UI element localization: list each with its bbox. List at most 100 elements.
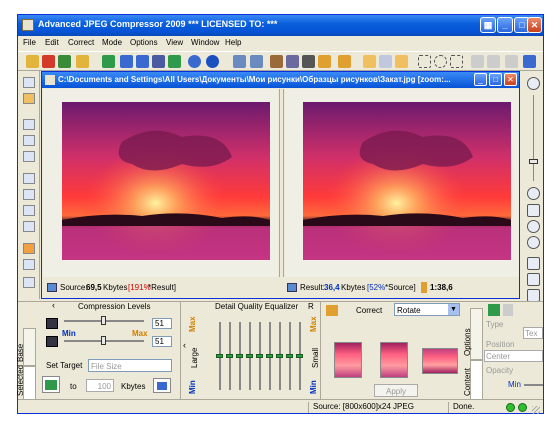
export-icon[interactable] (168, 55, 181, 68)
print-icon[interactable] (152, 55, 165, 68)
close-button[interactable]: ✕ (527, 17, 542, 33)
equalizer-band-thumb[interactable] (226, 354, 233, 358)
tool-5-icon[interactable] (23, 151, 35, 162)
target-button[interactable] (42, 376, 60, 393)
split-vertical-icon[interactable] (527, 257, 540, 270)
type-select[interactable]: Tex (523, 327, 543, 339)
open-image-icon[interactable] (42, 55, 55, 68)
tool-8-icon[interactable] (23, 205, 35, 216)
layout-icon[interactable] (523, 55, 536, 68)
tool-9-icon[interactable] (23, 221, 35, 232)
fit-icon[interactable] (250, 55, 263, 68)
fit-window-icon[interactable] (527, 204, 540, 217)
wand-icon[interactable] (23, 93, 35, 104)
eye-icon[interactable] (302, 55, 315, 68)
compression-slider-1-thumb[interactable] (101, 316, 106, 325)
menu-file[interactable]: File (23, 38, 36, 47)
zoom-slider-track[interactable] (533, 95, 534, 181)
doc-minimize-button[interactable]: _ (474, 73, 487, 86)
edit-icon[interactable] (338, 55, 351, 68)
hand-tool-icon[interactable] (363, 55, 376, 68)
split-horizontal-icon[interactable] (527, 273, 540, 286)
crop-icon[interactable] (270, 55, 283, 68)
equalizer-band-thumb[interactable] (276, 354, 283, 358)
lasso-icon[interactable] (450, 55, 463, 68)
tab-selected[interactable]: Selected (16, 365, 36, 400)
remove-text-icon[interactable] (503, 304, 513, 316)
equalizer-band-thumb[interactable] (236, 354, 243, 358)
brush-icon[interactable] (318, 55, 331, 68)
zoom-in-icon[interactable] (527, 77, 540, 90)
opacity-slider[interactable] (524, 384, 543, 386)
equalizer-band-thumb[interactable] (266, 354, 273, 358)
menu-mode[interactable]: Mode (102, 38, 122, 47)
menu-help[interactable]: Help (225, 38, 241, 47)
correct-mode-select[interactable]: Rotate ▼ (394, 303, 460, 316)
document-title-bar[interactable]: C:\Documents and Settings\All Users\Доку… (42, 72, 519, 88)
menu-edit[interactable]: Edit (45, 38, 59, 47)
histogram-icon[interactable] (23, 243, 35, 254)
compression-level-2[interactable]: 51 (152, 336, 172, 347)
tool-11-icon[interactable] (23, 259, 35, 270)
resize-icon[interactable] (286, 55, 299, 68)
panel-collapse-icon[interactable]: ‹ (52, 300, 55, 310)
ellipse-select-icon[interactable] (434, 55, 447, 68)
title-bar[interactable]: Advanced JPEG Compressor 2009 *** LICENS… (18, 15, 543, 36)
batch-icon[interactable] (120, 55, 133, 68)
pan-icon[interactable] (395, 55, 408, 68)
clear-selection-icon[interactable] (505, 55, 518, 68)
save-icon[interactable] (102, 55, 115, 68)
doc-maximize-button[interactable]: □ (489, 73, 502, 86)
equalizer-reset[interactable]: R (308, 302, 314, 311)
tool-7-icon[interactable] (23, 189, 35, 200)
equalizer-band-thumb[interactable] (286, 354, 293, 358)
menu-correct[interactable]: Correct (68, 38, 94, 47)
rotate-left-thumb[interactable] (334, 342, 362, 378)
tool-3-icon[interactable] (23, 119, 35, 130)
compare-icon[interactable] (136, 55, 149, 68)
view-icon[interactable] (233, 55, 246, 68)
equalizer-collapse-icon[interactable]: ‹ (183, 340, 186, 350)
position-select[interactable]: Center (484, 350, 543, 362)
open-folder-icon[interactable] (26, 55, 39, 68)
compression-level-1[interactable]: 51 (152, 318, 172, 329)
equalizer-band-thumb[interactable] (216, 354, 223, 358)
add-text-icon[interactable] (488, 304, 500, 316)
help-title-button[interactable]: ▦ (480, 17, 496, 33)
rect-select-icon[interactable] (418, 55, 431, 68)
tool-12-icon[interactable] (23, 277, 35, 288)
target-apply-button[interactable] (153, 378, 171, 393)
result-pane[interactable] (285, 89, 519, 277)
folder-dropdown-icon[interactable] (76, 55, 89, 68)
source-pane[interactable] (43, 89, 278, 277)
tool-4-icon[interactable] (23, 135, 35, 146)
rotate-180-thumb[interactable] (422, 348, 458, 374)
doc-close-button[interactable]: ✕ (504, 73, 517, 86)
pane-splitter[interactable] (279, 89, 284, 277)
zoom-tool-icon[interactable] (379, 55, 392, 68)
zoom-100-icon[interactable] (527, 220, 540, 233)
target-mode-select[interactable]: File Size (88, 359, 172, 372)
target-value-input[interactable]: 100 (86, 379, 114, 392)
menu-options[interactable]: Options (130, 38, 158, 47)
info-icon[interactable] (188, 55, 201, 68)
unlock-icon[interactable] (487, 55, 500, 68)
tab-content[interactable]: Content (463, 360, 483, 400)
zoom-slider-thumb[interactable] (529, 159, 538, 164)
rotate-right-thumb[interactable] (380, 342, 408, 378)
equalizer-band-thumb[interactable] (296, 354, 303, 358)
apply-button[interactable]: Apply (374, 384, 418, 397)
tab-options[interactable]: Options (463, 308, 483, 360)
menu-view[interactable]: View (166, 38, 183, 47)
equalizer-band-thumb[interactable] (246, 354, 253, 358)
help-icon[interactable] (206, 55, 219, 68)
zoom-actual-icon[interactable] (527, 236, 540, 249)
menu-window[interactable]: Window (191, 38, 219, 47)
refresh-icon[interactable] (58, 55, 71, 68)
resize-grip-icon[interactable] (532, 406, 540, 414)
tab-base[interactable]: Base (16, 328, 36, 366)
tool-1-icon[interactable] (23, 77, 35, 88)
zoom-out-icon[interactable] (527, 187, 540, 200)
chevron-down-icon[interactable]: ▼ (448, 304, 459, 315)
minimize-button[interactable]: _ (497, 17, 513, 33)
